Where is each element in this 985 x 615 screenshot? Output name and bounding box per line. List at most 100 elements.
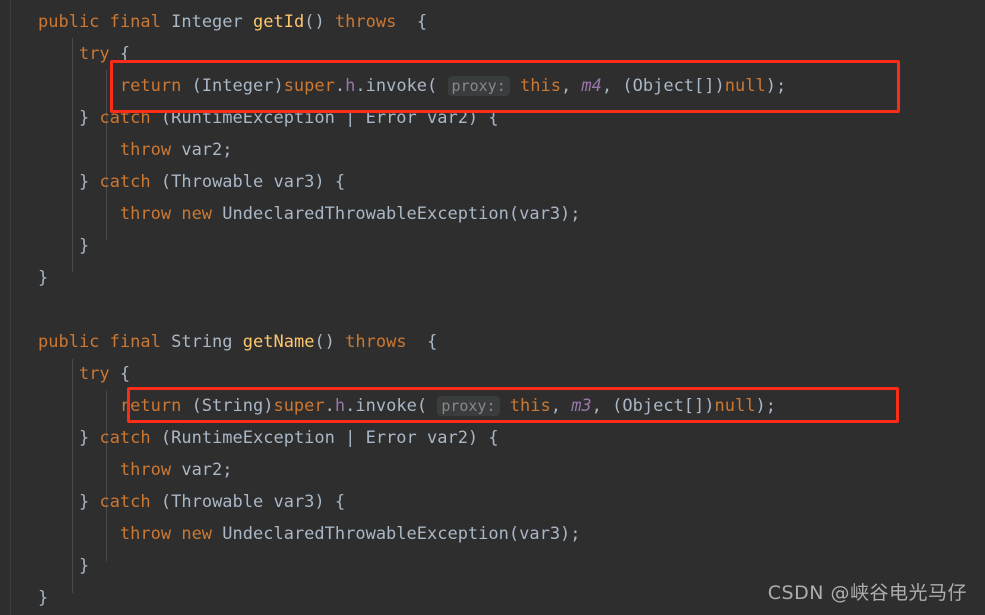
code-token: invoke <box>355 396 417 416</box>
code-token: catch <box>99 108 151 128</box>
code-token: . <box>345 396 356 416</box>
parameter-hint-label[interactable]: proxy: <box>447 76 510 96</box>
code-token: catch <box>99 172 151 192</box>
code-token: } <box>78 556 90 576</box>
code-token: this <box>509 396 551 416</box>
code-token: super <box>283 76 335 96</box>
code-token: throw <box>119 460 172 480</box>
code-token: this <box>519 76 561 96</box>
code-editor-surface[interactable]: public final Integer getId() throws { tr… <box>0 0 985 615</box>
code-token: . <box>334 76 346 96</box>
code-line[interactable]: return (String)super.h.invoke( proxy: th… <box>0 390 985 422</box>
code-line[interactable]: try { <box>0 358 985 390</box>
code-token: UndeclaredThrowableException(var3); <box>222 524 581 544</box>
code-token: } <box>78 172 90 192</box>
code-token: () <box>314 332 335 352</box>
code-token: , <box>550 396 572 416</box>
code-line[interactable] <box>0 294 985 326</box>
code-line[interactable]: throw var2; <box>0 134 985 166</box>
code-line[interactable]: try { <box>0 38 985 70</box>
code-token: ); <box>755 396 776 416</box>
code-line[interactable]: throw var2; <box>0 454 985 486</box>
code-line[interactable]: } <box>0 230 985 262</box>
code-token: ); <box>765 76 787 96</box>
code-token: } <box>78 236 90 256</box>
code-line[interactable]: } catch (RuntimeException | Error var2) … <box>0 102 985 134</box>
code-line[interactable]: public final String getName() throws { <box>0 326 985 358</box>
code-line[interactable]: public final Integer getId() throws { <box>0 6 985 38</box>
code-line[interactable]: } <box>0 262 985 294</box>
code-token: } <box>78 108 90 128</box>
code-token: return <box>119 396 182 416</box>
code-line[interactable]: return (Integer)super.h.invoke( proxy: t… <box>0 70 985 102</box>
code-token: } <box>38 588 49 608</box>
code-token: { <box>119 44 131 64</box>
csdn-watermark: CSDN @峡谷电光马仔 <box>767 582 967 604</box>
code-token: public <box>38 12 100 32</box>
code-token: (Object[]) <box>622 76 725 96</box>
code-token: getId <box>253 12 305 32</box>
code-token: try <box>78 364 110 384</box>
code-token: (RuntimeException | Error var2) { <box>160 428 499 448</box>
code-line[interactable]: } catch (Throwable var3) { <box>0 486 985 518</box>
code-token: throw <box>119 524 172 544</box>
code-line[interactable]: throw new UndeclaredThrowableException(v… <box>0 198 985 230</box>
code-token: { <box>416 12 428 32</box>
code-token: UndeclaredThrowableException(var3); <box>222 204 581 224</box>
code-content[interactable]: public final Integer getId() throws { tr… <box>0 0 985 614</box>
code-token: String <box>171 332 233 352</box>
code-token: (String) <box>191 396 274 416</box>
code-token: throws <box>334 12 397 32</box>
code-token: throw <box>119 204 172 224</box>
parameter-hint-label[interactable]: proxy: <box>437 396 500 416</box>
code-line[interactable]: } catch (Throwable var3) { <box>0 166 985 198</box>
code-token: invoke <box>365 76 428 96</box>
code-token: ( <box>416 396 428 416</box>
code-token: , <box>560 76 582 96</box>
code-token: throws <box>345 332 407 352</box>
code-token: getName <box>242 332 315 352</box>
code-token: super <box>273 396 325 416</box>
code-token: catch <box>99 428 151 448</box>
code-token: Integer <box>171 12 243 32</box>
code-token: h <box>345 76 356 96</box>
code-token: null <box>724 76 766 96</box>
code-token: public <box>38 332 100 352</box>
code-line[interactable]: throw new UndeclaredThrowableException(v… <box>0 518 985 550</box>
code-token: { <box>427 332 438 352</box>
code-line[interactable]: } catch (RuntimeException | Error var2) … <box>0 422 985 454</box>
